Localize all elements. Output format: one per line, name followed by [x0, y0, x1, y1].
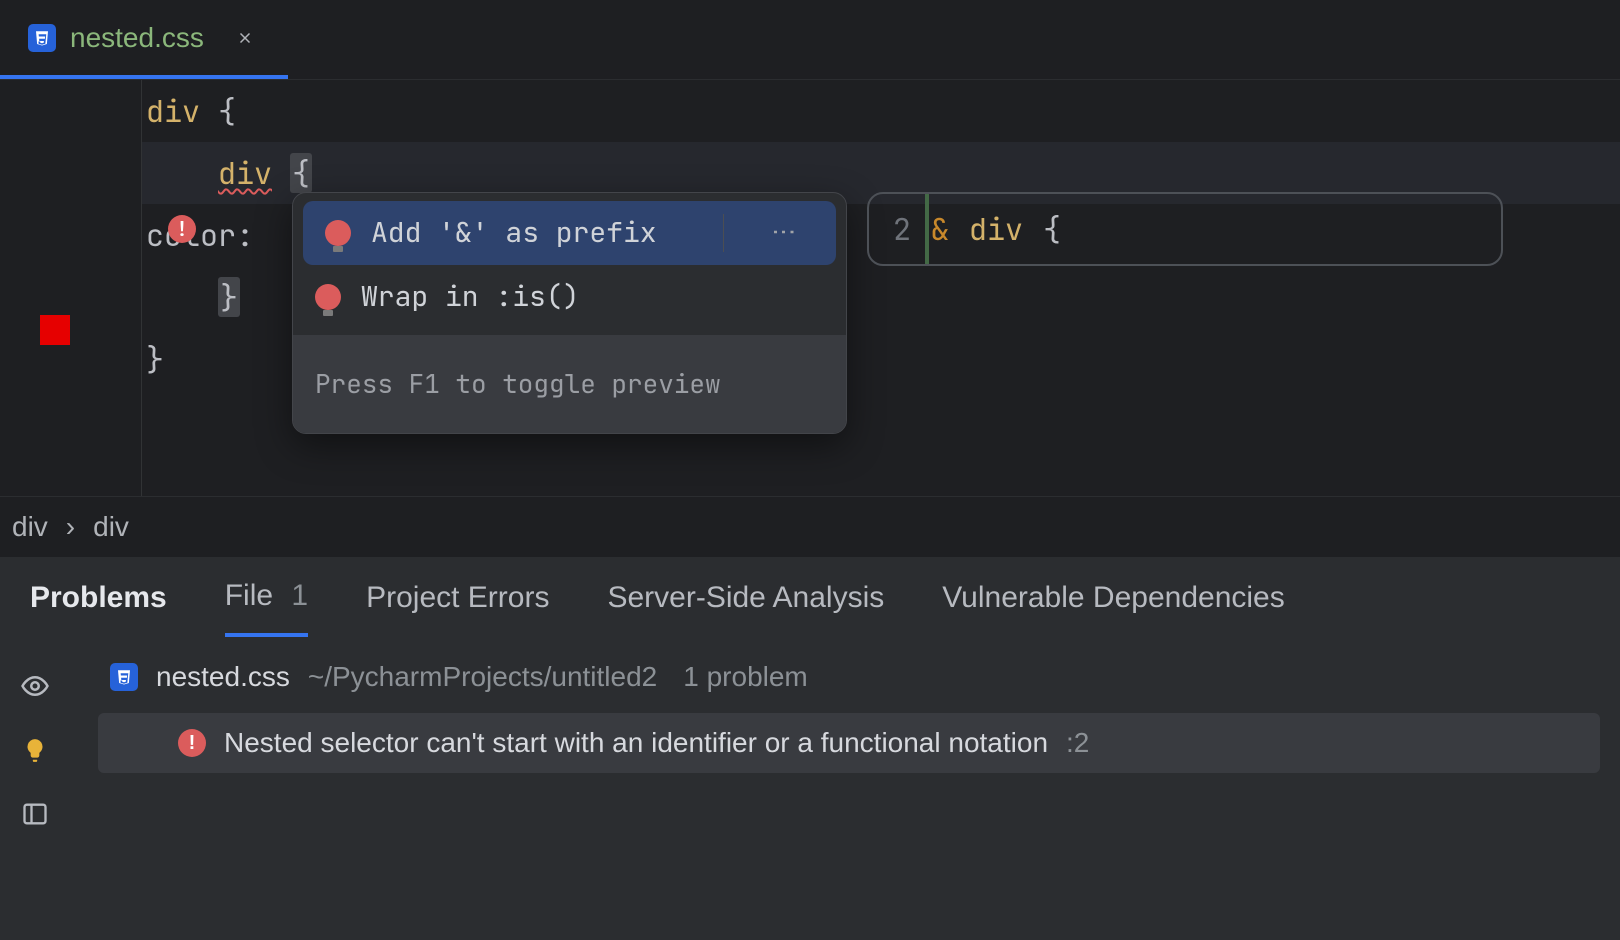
fix-bulb-icon	[315, 284, 341, 310]
layout-icon[interactable]	[18, 797, 52, 831]
editor-tab[interactable]: nested.css	[0, 0, 288, 79]
breadcrumb[interactable]: div › div	[0, 496, 1620, 556]
selector-token-error: div	[218, 153, 272, 193]
chevron-right-icon: ›	[66, 511, 75, 543]
css-file-icon	[110, 663, 138, 691]
brace-token: {	[200, 91, 236, 131]
tab-project-errors[interactable]: Project Errors	[366, 581, 549, 635]
brace-token: }	[146, 277, 240, 317]
error-bulb-icon[interactable]: !	[168, 215, 196, 243]
intention-label: Add '&' as prefix	[371, 202, 695, 264]
intention-footer-hint: Press F1 to toggle preview	[293, 335, 846, 433]
preview-brace: {	[1043, 198, 1061, 260]
brace-token: }	[146, 339, 164, 379]
tab-server-side[interactable]: Server-Side Analysis	[607, 581, 884, 635]
preview-line-number: 2	[893, 198, 911, 260]
css-file-icon	[28, 24, 56, 52]
problems-tool-window: Problems File 1 Project Errors Server-Si…	[0, 556, 1620, 940]
divider	[723, 214, 724, 252]
tab-count: 1	[291, 579, 308, 612]
intention-item[interactable]: Wrap in :is()	[293, 265, 846, 329]
fix-bulb-icon	[325, 220, 351, 246]
quickfix-preview: 2 & div {	[867, 192, 1503, 266]
tab-filename: nested.css	[70, 22, 204, 54]
editor[interactable]: div { div { color: } } ! Add '&' as pref…	[0, 80, 1620, 496]
code-area[interactable]: div { div { color: } } ! Add '&' as pref…	[142, 80, 1620, 496]
problem-file-name: nested.css	[156, 661, 290, 693]
problem-file-path: ~/PycharmProjects/untitled2	[308, 661, 657, 693]
problem-file-row[interactable]: nested.css ~/PycharmProjects/untitled2 1…	[70, 651, 1600, 703]
editor-tab-bar: nested.css	[0, 0, 1620, 80]
code-line: div {	[142, 80, 1620, 142]
brace-token: {	[272, 153, 312, 193]
intention-popup: Add '&' as prefix ⋮ Wrap in :is() Press …	[292, 192, 847, 434]
problems-tabs: Problems File 1 Project Errors Server-Si…	[0, 557, 1620, 637]
problem-file-count: 1 problem	[683, 661, 808, 693]
intention-item[interactable]: Add '&' as prefix ⋮	[303, 201, 836, 265]
problem-message: Nested selector can't start with an iden…	[224, 727, 1048, 759]
error-icon: !	[178, 729, 206, 757]
color-swatch-icon[interactable]	[40, 315, 70, 345]
bulb-icon[interactable]	[18, 733, 52, 767]
breadcrumb-segment[interactable]: div	[12, 511, 48, 543]
problems-toolbar	[0, 651, 70, 940]
editor-gutter	[0, 80, 142, 496]
tab-file[interactable]: File 1	[225, 579, 308, 637]
intention-label: Wrap in :is()	[361, 266, 824, 328]
close-tab-icon[interactable]	[230, 23, 260, 53]
eye-icon[interactable]	[18, 669, 52, 703]
problems-tab-title[interactable]: Problems	[30, 581, 167, 635]
problems-body: nested.css ~/PycharmProjects/untitled2 1…	[0, 637, 1620, 940]
problem-location: :2	[1066, 727, 1089, 759]
preview-selector: div	[969, 198, 1023, 260]
tab-label: File	[225, 579, 273, 612]
property-token: color:	[146, 215, 254, 255]
more-options-icon[interactable]: ⋮	[752, 220, 814, 246]
indent	[146, 153, 218, 193]
problem-item[interactable]: ! Nested selector can't start with an id…	[98, 713, 1600, 773]
problems-list: nested.css ~/PycharmProjects/untitled2 1…	[70, 651, 1620, 940]
breadcrumb-segment[interactable]: div	[93, 511, 129, 543]
selector-token: div	[146, 91, 200, 131]
preview-ampersand: &	[931, 198, 949, 260]
tab-vulnerable-deps[interactable]: Vulnerable Dependencies	[942, 581, 1284, 635]
